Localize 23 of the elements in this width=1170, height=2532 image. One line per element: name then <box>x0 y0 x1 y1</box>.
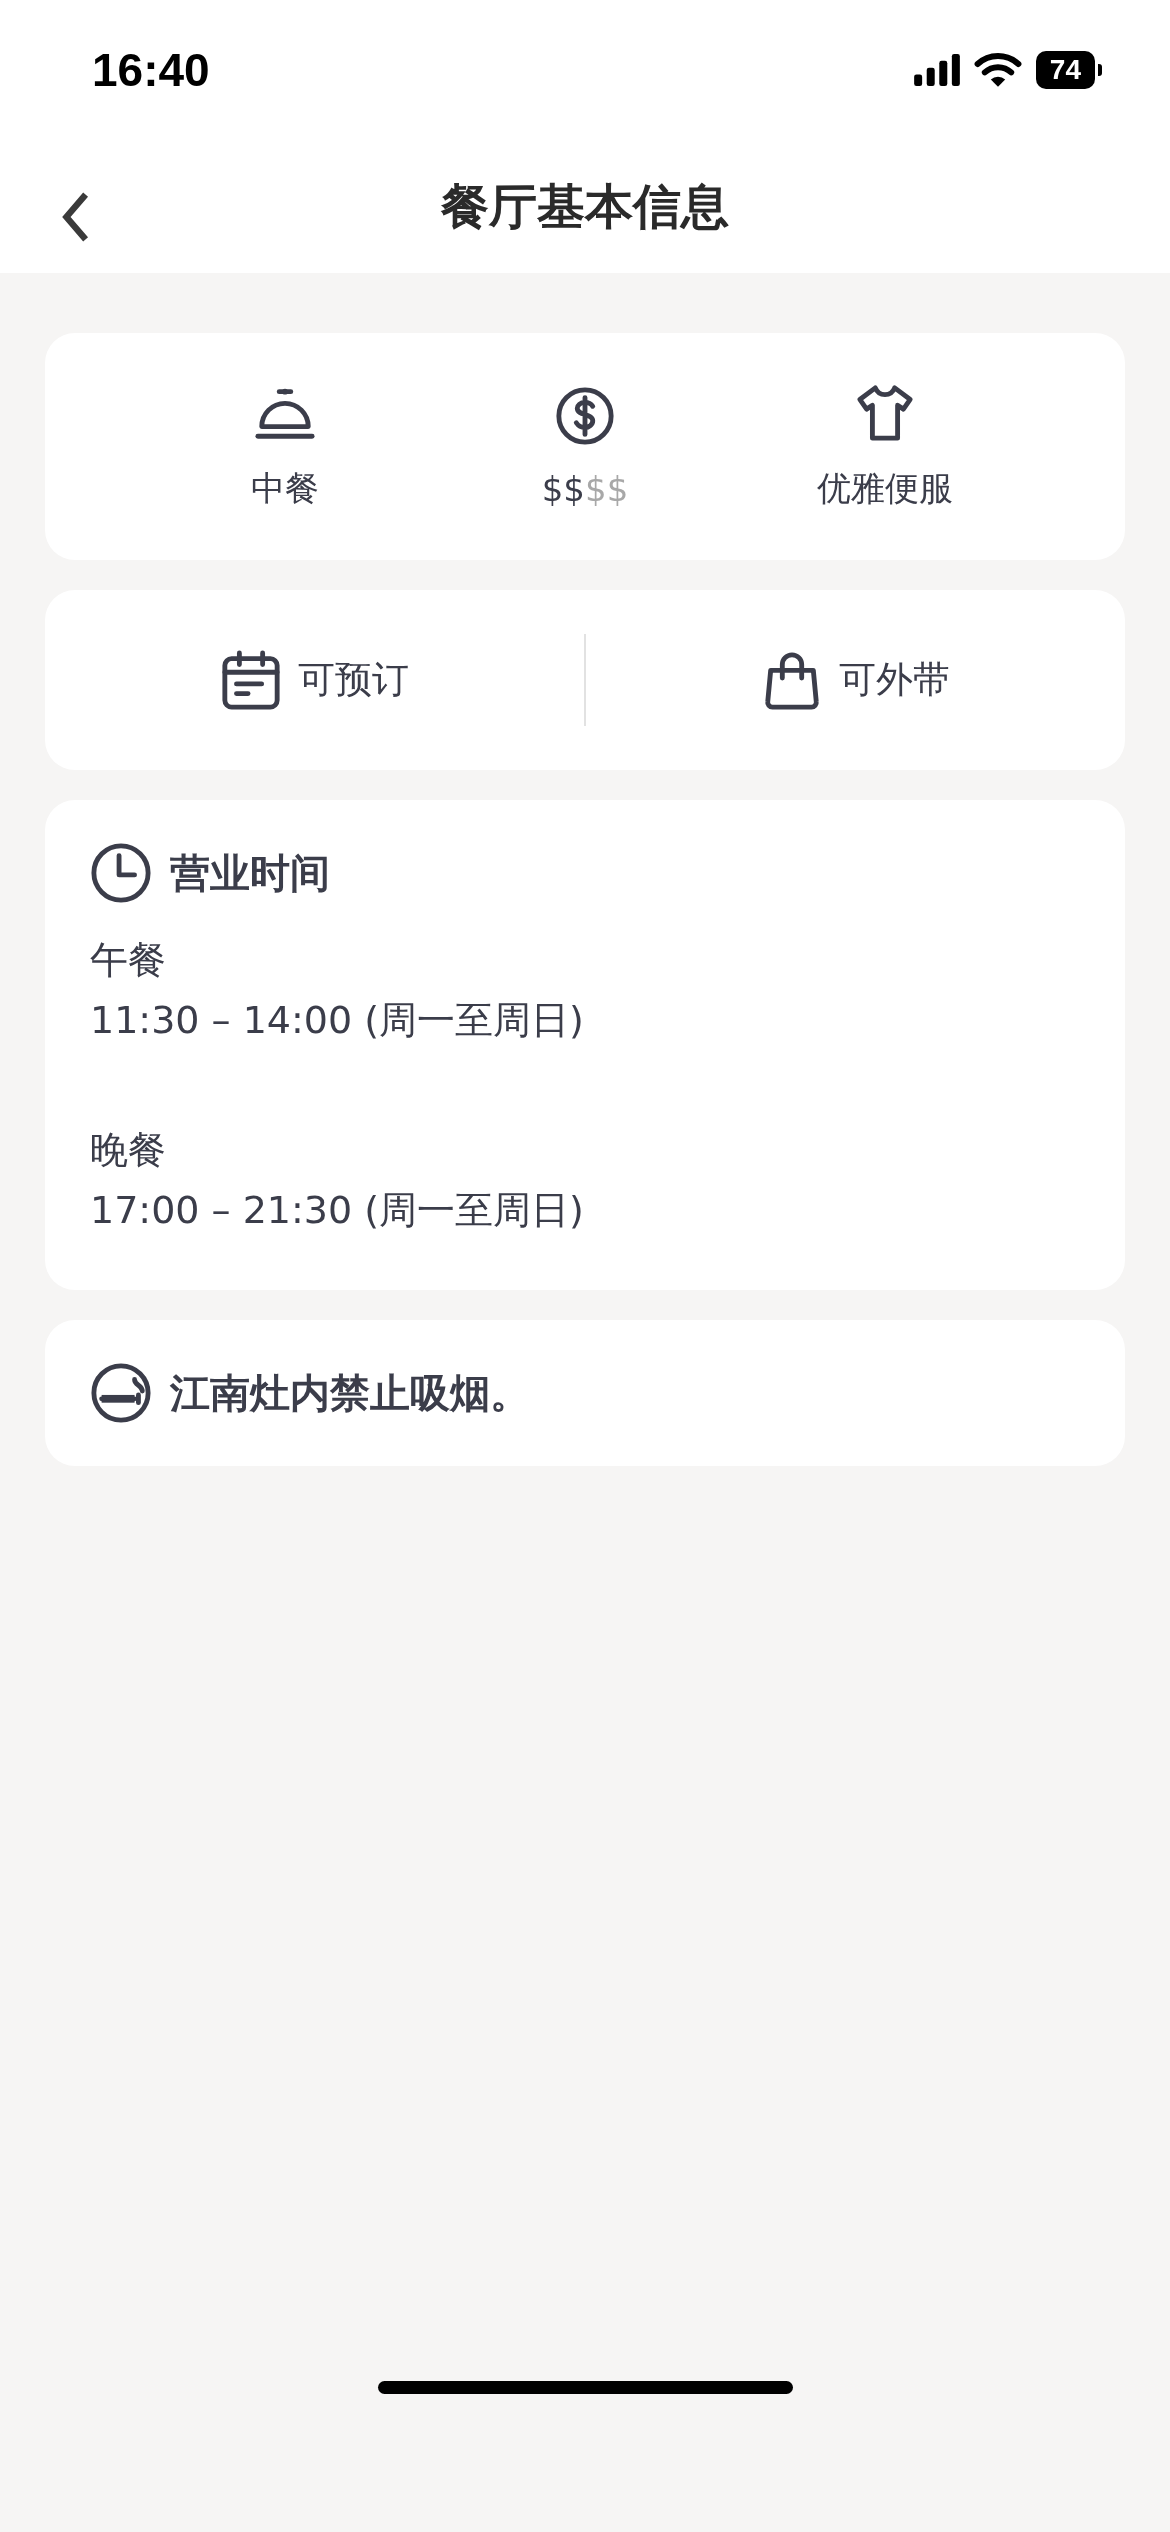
section-title: 营业时间 <box>170 848 330 898</box>
meal-name: 晚餐 <box>90 1127 167 1174</box>
price-symbol: $ <box>585 468 607 509</box>
price-symbol: $ <box>563 468 585 509</box>
feature-label: 可预订 <box>298 657 409 703</box>
battery-level: 74 <box>1035 51 1095 89</box>
status-time: 16:40 <box>92 43 210 97</box>
no-smoking-icon <box>90 1362 152 1424</box>
feature-label: 可外带 <box>839 657 950 703</box>
meal-hours: 17:00 – 21:30 (周一至周日) <box>90 1187 585 1234</box>
cuisine-label: 中餐 <box>251 466 319 510</box>
notice-text: 江南灶内禁止吸烟。 <box>170 1368 530 1418</box>
wifi-icon <box>973 52 1022 88</box>
meal-hours: 11:30 – 14:00 (周一至周日) <box>90 997 585 1044</box>
page-title: 餐厅基本信息 <box>441 176 729 236</box>
calendar-icon <box>220 649 282 711</box>
dollar-icon <box>554 384 616 447</box>
clock-icon <box>90 842 152 904</box>
price-symbol: $ <box>541 468 564 509</box>
dress-code-label: 优雅便服 <box>817 466 953 510</box>
signal-icon <box>913 54 960 86</box>
price-symbol: $ <box>606 468 629 509</box>
meal-name: 午餐 <box>90 937 167 984</box>
